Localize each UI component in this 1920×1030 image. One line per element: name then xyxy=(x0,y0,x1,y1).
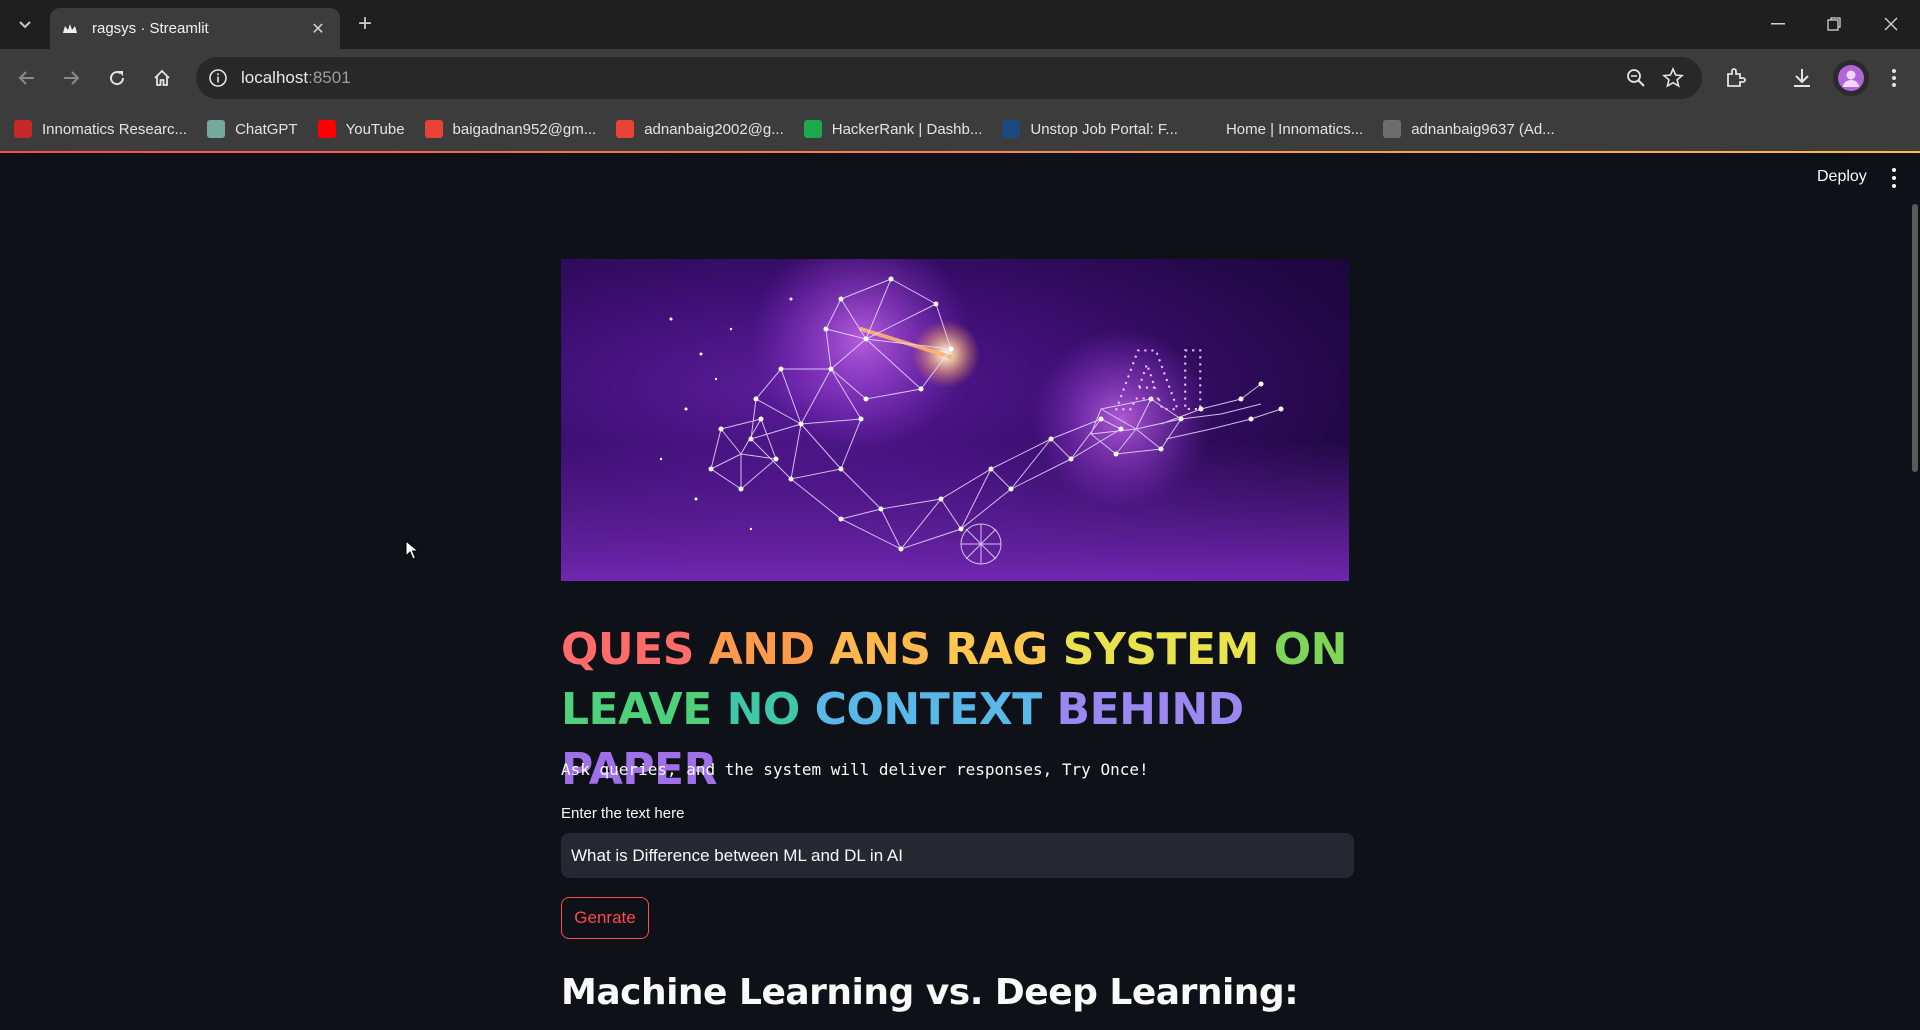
site-info-icon[interactable] xyxy=(208,68,228,88)
bookmark-item[interactable]: adnanbaig9637 (Ad... xyxy=(1383,120,1555,138)
hackerrank-icon xyxy=(803,120,822,138)
mouse-cursor-icon xyxy=(405,540,419,560)
input-label: Enter the text here xyxy=(561,805,685,822)
reload-icon xyxy=(110,71,125,86)
restore-icon xyxy=(1827,17,1841,31)
subtitle-text: Ask queries, and the system will deliver… xyxy=(561,760,1149,779)
bookmark-item[interactable]: ChatGPT xyxy=(207,120,298,138)
streamlit-crown-icon xyxy=(62,21,78,37)
url-host: localhost xyxy=(241,68,309,87)
bookmark-item[interactable]: baigadnan952@gm... xyxy=(424,120,597,138)
bookmarks-bar: Innomatics Researc... ChatGPT YouTube baiga… xyxy=(0,107,1920,151)
bookmark-label: Home | Innomatics... xyxy=(1225,120,1364,138)
unstop-icon xyxy=(1002,120,1021,138)
github-icon xyxy=(1383,120,1402,138)
youtube-icon xyxy=(317,120,336,138)
download-icon xyxy=(1794,69,1810,87)
generate-button[interactable]: Genrate xyxy=(561,897,649,939)
home-icon xyxy=(154,69,170,86)
bookmark-label: adnanbaig9637 (Ad... xyxy=(1411,120,1555,138)
url-text: localhost:8501 xyxy=(241,68,351,88)
bookmark-item[interactable]: YouTube xyxy=(317,120,405,138)
reload-button[interactable] xyxy=(102,63,132,93)
answer-heading: Machine Learning vs. Deep Learning: xyxy=(561,972,1299,1013)
bookmark-item[interactable]: Home | Innomatics... xyxy=(1197,120,1364,138)
bookmark-item[interactable]: Innomatics Researc... xyxy=(14,120,187,138)
deploy-button[interactable]: Deploy xyxy=(1817,168,1867,186)
query-input[interactable] xyxy=(561,833,1354,878)
innomatics-icon xyxy=(14,120,32,138)
close-window-button[interactable] xyxy=(1871,10,1911,38)
tab-title: ragsys · Streamlit xyxy=(92,20,209,37)
app-menu-icon[interactable] xyxy=(1886,166,1902,190)
bookmark-label: baigadnan952@gm... xyxy=(452,120,597,138)
hero-image: AI xyxy=(561,259,1349,581)
robot-hand-network-illustration: AI xyxy=(659,259,1284,565)
avatar xyxy=(1838,65,1864,91)
title-word: BEHIND xyxy=(1056,684,1245,735)
chatgpt-icon xyxy=(207,120,226,138)
bookmark-label: ChatGPT xyxy=(235,120,298,138)
bookmark-star-icon[interactable] xyxy=(1662,67,1684,89)
browser-toolbar: localhost:8501 xyxy=(0,49,1920,107)
home-button[interactable] xyxy=(147,63,177,93)
gmail-icon xyxy=(424,120,443,138)
browser-tab[interactable]: ragsys · Streamlit ✕ xyxy=(50,8,340,49)
browser-menu-button[interactable] xyxy=(1880,64,1908,92)
title-word: CONTEXT xyxy=(814,684,1043,735)
puzzle-icon xyxy=(1727,68,1746,87)
zoom-icon[interactable] xyxy=(1626,68,1646,88)
chevron-down-icon xyxy=(19,21,31,29)
forward-button[interactable] xyxy=(56,63,86,93)
bookmark-label: YouTube xyxy=(345,120,405,138)
tab-strip: ragsys · Streamlit ✕ + xyxy=(0,0,1920,49)
gmail-icon xyxy=(616,120,635,138)
back-button[interactable] xyxy=(12,63,42,93)
blank-icon xyxy=(1197,120,1216,138)
more-vertical-icon xyxy=(1892,69,1896,87)
arrow-left-icon xyxy=(18,71,34,85)
minimize-icon xyxy=(1771,23,1785,25)
url-port: :8501 xyxy=(308,68,351,87)
bookmark-label: adnanbaig2002@g... xyxy=(644,120,784,138)
minimize-button[interactable] xyxy=(1758,10,1798,38)
hero-ai-text: AI xyxy=(1116,335,1208,428)
bookmark-item[interactable]: Unstop Job Portal: F... xyxy=(1002,120,1178,138)
close-tab-icon[interactable]: ✕ xyxy=(308,19,328,39)
extensions-button[interactable] xyxy=(1722,64,1750,92)
bookmark-label: HackerRank | Dashb... xyxy=(831,120,983,138)
title-word: AND xyxy=(708,624,815,675)
address-bar[interactable]: localhost:8501 xyxy=(196,57,1702,99)
title-word: NO xyxy=(726,684,801,735)
bookmark-label: Innomatics Researc... xyxy=(42,120,188,138)
title-word: ON xyxy=(1273,624,1348,675)
bookmark-item[interactable]: HackerRank | Dashb... xyxy=(803,120,983,138)
title-word: LEAVE xyxy=(561,684,712,735)
downloads-button[interactable] xyxy=(1788,64,1816,92)
restore-button[interactable] xyxy=(1814,10,1854,38)
title-word: SYSTEM xyxy=(1062,624,1260,675)
bookmark-item[interactable]: adnanbaig2002@g... xyxy=(616,120,784,138)
page-top-accent-line xyxy=(0,151,1920,153)
close-icon xyxy=(1884,17,1898,31)
tab-search-button[interactable] xyxy=(10,12,40,38)
title-word: RAG xyxy=(945,624,1048,675)
profile-button[interactable] xyxy=(1833,60,1869,96)
bookmark-label: Unstop Job Portal: F... xyxy=(1030,120,1178,138)
title-word: ANS xyxy=(829,624,931,675)
arrow-right-icon xyxy=(64,71,80,85)
new-tab-button[interactable]: + xyxy=(352,12,378,38)
title-word: QUES xyxy=(561,624,694,675)
scrollbar[interactable] xyxy=(1912,204,1918,472)
